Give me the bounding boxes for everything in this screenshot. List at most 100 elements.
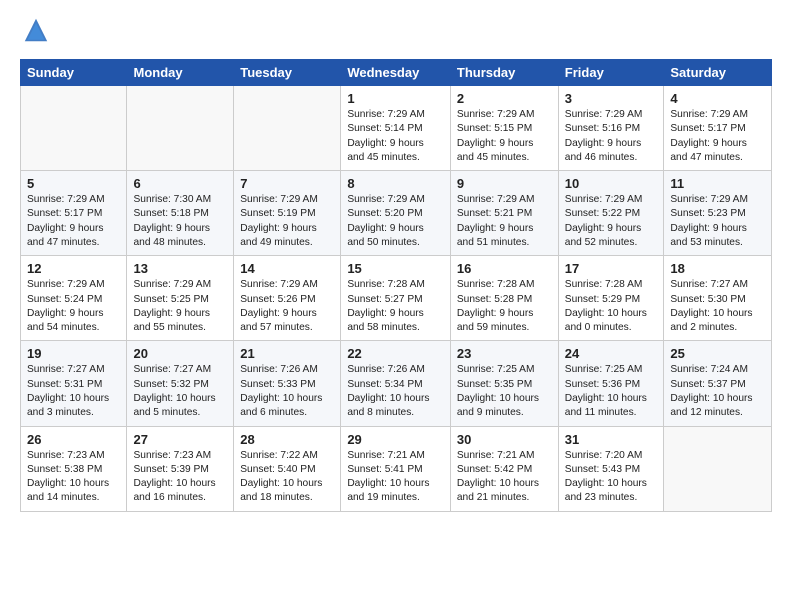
day-cell: 29 Sunrise: 7:21 AM Sunset: 5:41 PM Dayli… [341, 426, 451, 511]
day-cell: 30 Sunrise: 7:21 AM Sunset: 5:42 PM Dayli… [450, 426, 558, 511]
week-row-3: 12Sunrise: 7:29 AM Sunset: 5:24 PM Dayli… [21, 256, 772, 341]
day-cell: 22 Sunrise: 7:26 AM Sunset: 5:34 PM Dayli… [341, 341, 451, 426]
day-number: 2 [457, 91, 552, 106]
day-number: 20 [133, 346, 227, 361]
day-cell: 20Sunrise: 7:27 AM Sunset: 5:32 PM Dayli… [127, 341, 234, 426]
day-cell: 21 Sunrise: 7:26 AM Sunset: 5:33 PM Dayli… [234, 341, 341, 426]
day-number: 13 [133, 261, 227, 276]
day-number: 18 [670, 261, 765, 276]
day-cell: 5Sunrise: 7:29 AM Sunset: 5:17 PM Daylig… [21, 171, 127, 256]
week-row-4: 19 Sunrise: 7:27 AM Sunset: 5:31 PM Dayli… [21, 341, 772, 426]
day-number: 15 [347, 261, 444, 276]
day-number: 23 [457, 346, 552, 361]
day-cell: 2 Sunrise: 7:29 AM Sunset: 5:15 PM Daylig… [450, 86, 558, 171]
day-number: 24 [565, 346, 658, 361]
day-number: 10 [565, 176, 658, 191]
day-cell: 3 Sunrise: 7:29 AM Sunset: 5:16 PM Daylig… [558, 86, 664, 171]
day-cell: 18 Sunrise: 7:27 AM Sunset: 5:30 PM Dayli… [664, 256, 772, 341]
day-detail: Sunrise: 7:26 AM Sunset: 5:33 PM Dayligh… [240, 363, 334, 420]
day-cell: 13 Sunrise: 7:29 AM Sunset: 5:25 PM Dayli… [127, 256, 234, 341]
day-detail: Sunrise: 7:27 AM Sunset: 5:30 PM Dayligh… [670, 278, 765, 335]
day-cell [664, 426, 772, 511]
day-number: 21 [240, 346, 334, 361]
day-cell [127, 86, 234, 171]
logo-icon [22, 16, 50, 44]
day-detail: Sunrise: 7:28 AM Sunset: 5:29 PM Dayligh… [565, 278, 658, 335]
day-detail: Sunrise: 7:29 AM Sunset: 5:21 PM Dayligh… [457, 193, 552, 250]
day-number: 12 [27, 261, 120, 276]
day-detail: Sunrise: 7:29 AM Sunset: 5:16 PM Dayligh… [565, 108, 658, 165]
day-number: 30 [457, 432, 552, 447]
col-header-friday: Friday [558, 60, 664, 86]
day-number: 28 [240, 432, 334, 447]
col-header-monday: Monday [127, 60, 234, 86]
day-cell: 28 Sunrise: 7:22 AM Sunset: 5:40 PM Dayli… [234, 426, 341, 511]
day-cell: 4 Sunrise: 7:29 AM Sunset: 5:17 PM Daylig… [664, 86, 772, 171]
day-detail: Sunrise: 7:29 AM Sunset: 5:25 PM Dayligh… [133, 278, 227, 335]
day-detail: Sunrise: 7:29 AM Sunset: 5:23 PM Dayligh… [670, 193, 765, 250]
col-header-saturday: Saturday [664, 60, 772, 86]
day-detail: Sunrise: 7:21 AM Sunset: 5:41 PM Dayligh… [347, 449, 444, 506]
col-header-tuesday: Tuesday [234, 60, 341, 86]
day-number: 4 [670, 91, 765, 106]
day-cell: 9 Sunrise: 7:29 AM Sunset: 5:21 PM Daylig… [450, 171, 558, 256]
week-row-5: 26 Sunrise: 7:23 AM Sunset: 5:38 PM Dayli… [21, 426, 772, 511]
day-cell: 14 Sunrise: 7:29 AM Sunset: 5:26 PM Dayli… [234, 256, 341, 341]
col-header-sunday: Sunday [21, 60, 127, 86]
day-cell: 26 Sunrise: 7:23 AM Sunset: 5:38 PM Dayli… [21, 426, 127, 511]
logo [20, 16, 50, 49]
day-detail: Sunrise: 7:23 AM Sunset: 5:38 PM Dayligh… [27, 449, 120, 506]
day-cell: 23 Sunrise: 7:25 AM Sunset: 5:35 PM Dayli… [450, 341, 558, 426]
day-number: 8 [347, 176, 444, 191]
day-detail: Sunrise: 7:28 AM Sunset: 5:27 PM Dayligh… [347, 278, 444, 335]
day-cell: 19 Sunrise: 7:27 AM Sunset: 5:31 PM Dayli… [21, 341, 127, 426]
header [20, 16, 772, 49]
calendar-header-row: SundayMondayTuesdayWednesdayThursdayFrid… [21, 60, 772, 86]
day-number: 26 [27, 432, 120, 447]
day-number: 3 [565, 91, 658, 106]
day-detail: Sunrise: 7:22 AM Sunset: 5:40 PM Dayligh… [240, 449, 334, 506]
day-detail: Sunrise: 7:30 AM Sunset: 5:18 PM Dayligh… [133, 193, 227, 250]
day-cell: 16 Sunrise: 7:28 AM Sunset: 5:28 PM Dayli… [450, 256, 558, 341]
day-detail: Sunrise: 7:29 AM Sunset: 5:26 PM Dayligh… [240, 278, 334, 335]
day-cell: 12Sunrise: 7:29 AM Sunset: 5:24 PM Dayli… [21, 256, 127, 341]
day-number: 17 [565, 261, 658, 276]
col-header-wednesday: Wednesday [341, 60, 451, 86]
day-number: 14 [240, 261, 334, 276]
week-row-1: 1Sunrise: 7:29 AM Sunset: 5:14 PM Daylig… [21, 86, 772, 171]
day-cell: 6 Sunrise: 7:30 AM Sunset: 5:18 PM Daylig… [127, 171, 234, 256]
day-number: 5 [27, 176, 120, 191]
day-cell: 25Sunrise: 7:24 AM Sunset: 5:37 PM Dayli… [664, 341, 772, 426]
day-cell: 10 Sunrise: 7:29 AM Sunset: 5:22 PM Dayli… [558, 171, 664, 256]
day-detail: Sunrise: 7:25 AM Sunset: 5:35 PM Dayligh… [457, 363, 552, 420]
day-number: 16 [457, 261, 552, 276]
day-number: 29 [347, 432, 444, 447]
day-detail: Sunrise: 7:29 AM Sunset: 5:14 PM Dayligh… [347, 108, 444, 165]
day-cell [21, 86, 127, 171]
day-cell: 1Sunrise: 7:29 AM Sunset: 5:14 PM Daylig… [341, 86, 451, 171]
day-detail: Sunrise: 7:29 AM Sunset: 5:20 PM Dayligh… [347, 193, 444, 250]
day-number: 9 [457, 176, 552, 191]
day-number: 11 [670, 176, 765, 191]
day-detail: Sunrise: 7:28 AM Sunset: 5:28 PM Dayligh… [457, 278, 552, 335]
week-row-2: 5Sunrise: 7:29 AM Sunset: 5:17 PM Daylig… [21, 171, 772, 256]
day-detail: Sunrise: 7:29 AM Sunset: 5:19 PM Dayligh… [240, 193, 334, 250]
day-cell: 11 Sunrise: 7:29 AM Sunset: 5:23 PM Dayli… [664, 171, 772, 256]
day-detail: Sunrise: 7:29 AM Sunset: 5:15 PM Dayligh… [457, 108, 552, 165]
col-header-thursday: Thursday [450, 60, 558, 86]
day-number: 19 [27, 346, 120, 361]
day-number: 27 [133, 432, 227, 447]
day-detail: Sunrise: 7:25 AM Sunset: 5:36 PM Dayligh… [565, 363, 658, 420]
day-detail: Sunrise: 7:27 AM Sunset: 5:31 PM Dayligh… [27, 363, 120, 420]
day-detail: Sunrise: 7:26 AM Sunset: 5:34 PM Dayligh… [347, 363, 444, 420]
page: SundayMondayTuesdayWednesdayThursdayFrid… [0, 0, 792, 528]
day-detail: Sunrise: 7:24 AM Sunset: 5:37 PM Dayligh… [670, 363, 765, 420]
day-detail: Sunrise: 7:21 AM Sunset: 5:42 PM Dayligh… [457, 449, 552, 506]
day-number: 22 [347, 346, 444, 361]
day-detail: Sunrise: 7:20 AM Sunset: 5:43 PM Dayligh… [565, 449, 658, 506]
day-detail: Sunrise: 7:23 AM Sunset: 5:39 PM Dayligh… [133, 449, 227, 506]
day-number: 6 [133, 176, 227, 191]
day-detail: Sunrise: 7:29 AM Sunset: 5:17 PM Dayligh… [670, 108, 765, 165]
day-detail: Sunrise: 7:29 AM Sunset: 5:22 PM Dayligh… [565, 193, 658, 250]
day-number: 7 [240, 176, 334, 191]
